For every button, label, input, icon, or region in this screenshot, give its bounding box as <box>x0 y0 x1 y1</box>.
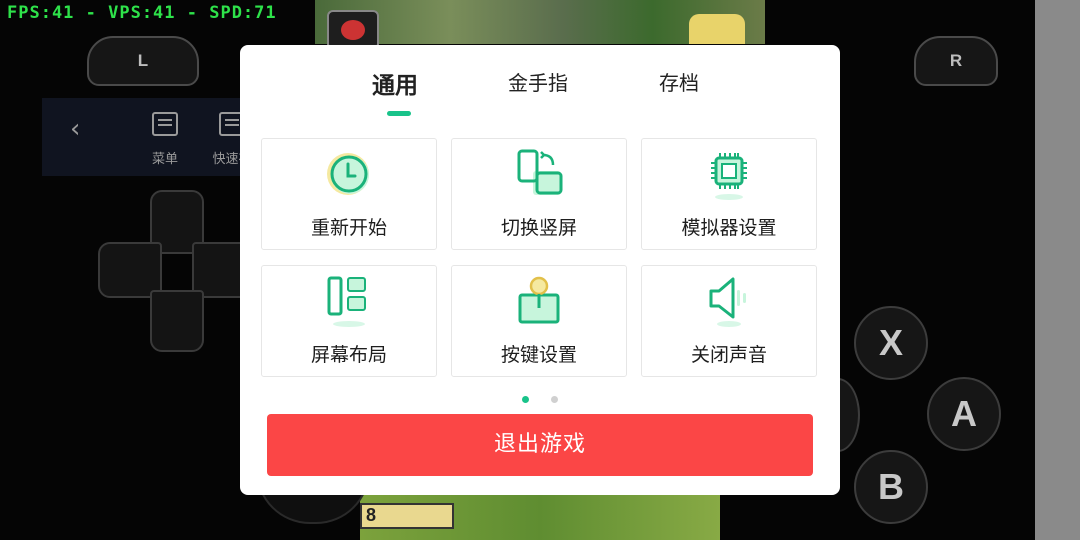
page-dot-2[interactable] <box>550 396 558 403</box>
game-menu-dialog: 通用 金手指 存档 重新开始 切换竖屏 模拟器设置 屏幕布局 按键设置 关闭声音… <box>240 45 840 495</box>
rank-panel: 8 <box>360 503 454 529</box>
mute-sound-label: 关闭声音 <box>690 344 767 366</box>
tab-general[interactable]: 通用 <box>372 66 418 100</box>
r-shoulder-button[interactable]: R <box>914 36 998 86</box>
rotate-screen-label: 切换竖屏 <box>500 217 577 239</box>
screen-layout-option[interactable]: 屏幕布局 <box>261 265 437 377</box>
document-icon <box>152 112 178 136</box>
x-button[interactable]: X <box>854 306 928 380</box>
b-button[interactable]: B <box>854 450 928 524</box>
game-sign <box>689 14 745 44</box>
fps-readout: FPS:41 - VPS:41 - SPD:71 <box>7 3 277 23</box>
key-settings-label: 按键设置 <box>500 344 577 366</box>
rotate-screen-icon <box>517 149 563 195</box>
screen-layout-label: 屏幕布局 <box>310 344 387 366</box>
rank-number: 8 <box>366 505 377 525</box>
emulator-settings-option[interactable]: 模拟器设置 <box>641 138 817 250</box>
page-indicator <box>240 388 840 403</box>
joystick-icon <box>518 276 560 324</box>
active-tab-indicator <box>387 111 411 116</box>
rotate-screen-option[interactable]: 切换竖屏 <box>451 138 627 250</box>
mute-sound-option[interactable]: 关闭声音 <box>641 265 817 377</box>
restart-label: 重新开始 <box>310 217 387 239</box>
game-top-view <box>315 0 765 50</box>
game-bottom-view: 8 <box>360 495 720 540</box>
l-shoulder-label: L <box>137 51 149 70</box>
layout-icon <box>327 276 366 327</box>
menu-button[interactable]: 菜单 <box>140 112 190 167</box>
a-button[interactable]: A <box>927 377 1001 451</box>
r-shoulder-label: R <box>949 51 963 70</box>
edge-strip <box>1035 0 1080 540</box>
emulator-toolbar: ‹ 菜单 快速存 <box>42 98 252 176</box>
dpad-down[interactable] <box>150 290 204 352</box>
tab-cheats[interactable]: 金手指 <box>508 67 568 96</box>
l-shoulder-button[interactable]: L <box>87 36 199 86</box>
item-box-icon <box>327 10 379 50</box>
tab-saves[interactable]: 存档 <box>659 67 699 96</box>
chip-icon <box>711 153 747 200</box>
tab-bar: 通用 金手指 存档 <box>240 45 840 125</box>
emulator-settings-label: 模拟器设置 <box>681 217 777 239</box>
back-chevron-icon[interactable]: ‹ <box>70 114 80 144</box>
speaker-icon <box>709 277 746 327</box>
exit-game-button[interactable]: 退出游戏 <box>267 414 813 476</box>
restart-option[interactable]: 重新开始 <box>261 138 437 250</box>
menu-label: 菜单 <box>151 152 178 167</box>
page-dot-1[interactable] <box>522 396 530 403</box>
clock-icon <box>327 153 369 195</box>
key-settings-option[interactable]: 按键设置 <box>451 265 627 377</box>
